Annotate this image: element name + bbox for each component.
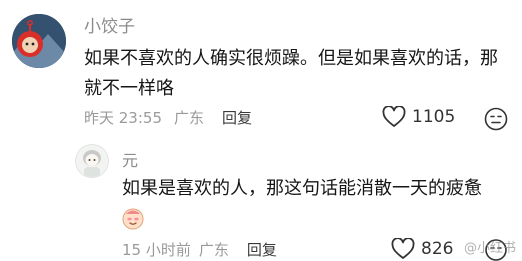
avatar[interactable] [76, 145, 108, 177]
sticker-emoji [121, 206, 145, 234]
like-button[interactable]: 826 [391, 238, 453, 260]
reply-location: 广东 [198, 241, 229, 259]
reply-button[interactable]: 回复 [247, 241, 277, 259]
like-count: 1105 [412, 107, 456, 127]
heart-icon [391, 238, 415, 260]
comment-location: 广东 [174, 109, 205, 127]
reply-meta: 15 小时前 广东 回复 [122, 241, 277, 259]
heart-icon [382, 106, 406, 128]
comment-time: 昨天 23:55 [84, 109, 162, 127]
reply-username[interactable]: 元 [122, 151, 138, 171]
comment-username[interactable]: 小饺子 [84, 17, 135, 37]
reply-text: 如果是喜欢的人，那这句话能消散一天的疲惫 [122, 178, 482, 199]
watermark-text: @小红书 [463, 241, 516, 256]
like-button[interactable]: 1105 [382, 106, 455, 128]
dislike-face-icon[interactable] [484, 107, 508, 131]
reply-time: 15 小时前 [122, 241, 191, 259]
comment-meta: 昨天 23:55 广东 回复 [84, 109, 252, 127]
like-count: 826 [421, 239, 454, 259]
comment-text-line: 如果不喜欢的人确实很烦躁。但是如果喜欢的话，那 [84, 48, 498, 69]
watermark: @小红书 [464, 237, 516, 256]
comment-text-line: 就不一样咯 [84, 78, 174, 99]
avatar[interactable] [12, 14, 66, 68]
reply-button[interactable]: 回复 [222, 109, 252, 127]
